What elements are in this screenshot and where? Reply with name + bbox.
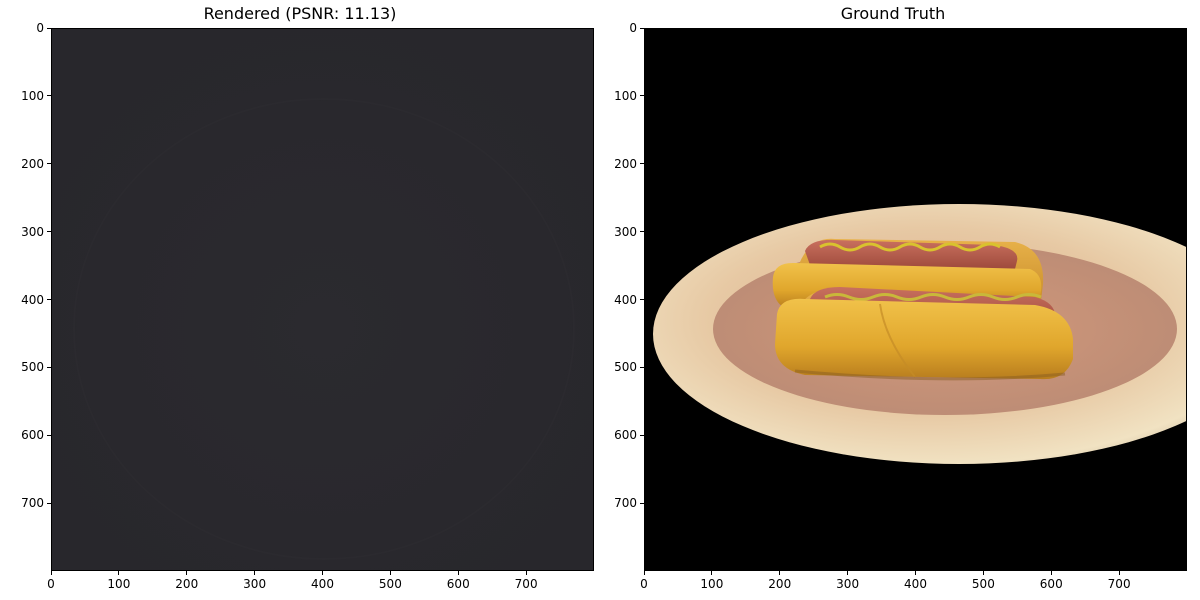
truth-y-tick-label: 700 (614, 496, 637, 511)
truth-y-tick-mark (640, 163, 644, 165)
truth-y-tick-label: 400 (614, 292, 637, 307)
truth-y-tick-label: 0 (629, 21, 637, 35)
truth-y-axis: 0 100 200 300 400 500 600 700 (0, 0, 1200, 600)
truth-y-tick-mark (640, 299, 644, 300)
truth-y-tick-mark (640, 231, 644, 233)
truth-y-tick-label: 100 (614, 88, 637, 103)
truth-y-tick-mark (640, 434, 644, 436)
truth-y-tick-mark (640, 95, 644, 97)
truth-y-tick-label: 600 (614, 428, 637, 443)
truth-y-tick-label: 500 (614, 360, 637, 375)
truth-y-tick-mark (640, 27, 644, 29)
truth-y-tick-label: 300 (614, 224, 637, 239)
truth-y-tick-mark (640, 366, 644, 368)
truth-y-tick-mark (640, 502, 644, 504)
truth-y-tick-label: 200 (614, 156, 637, 171)
